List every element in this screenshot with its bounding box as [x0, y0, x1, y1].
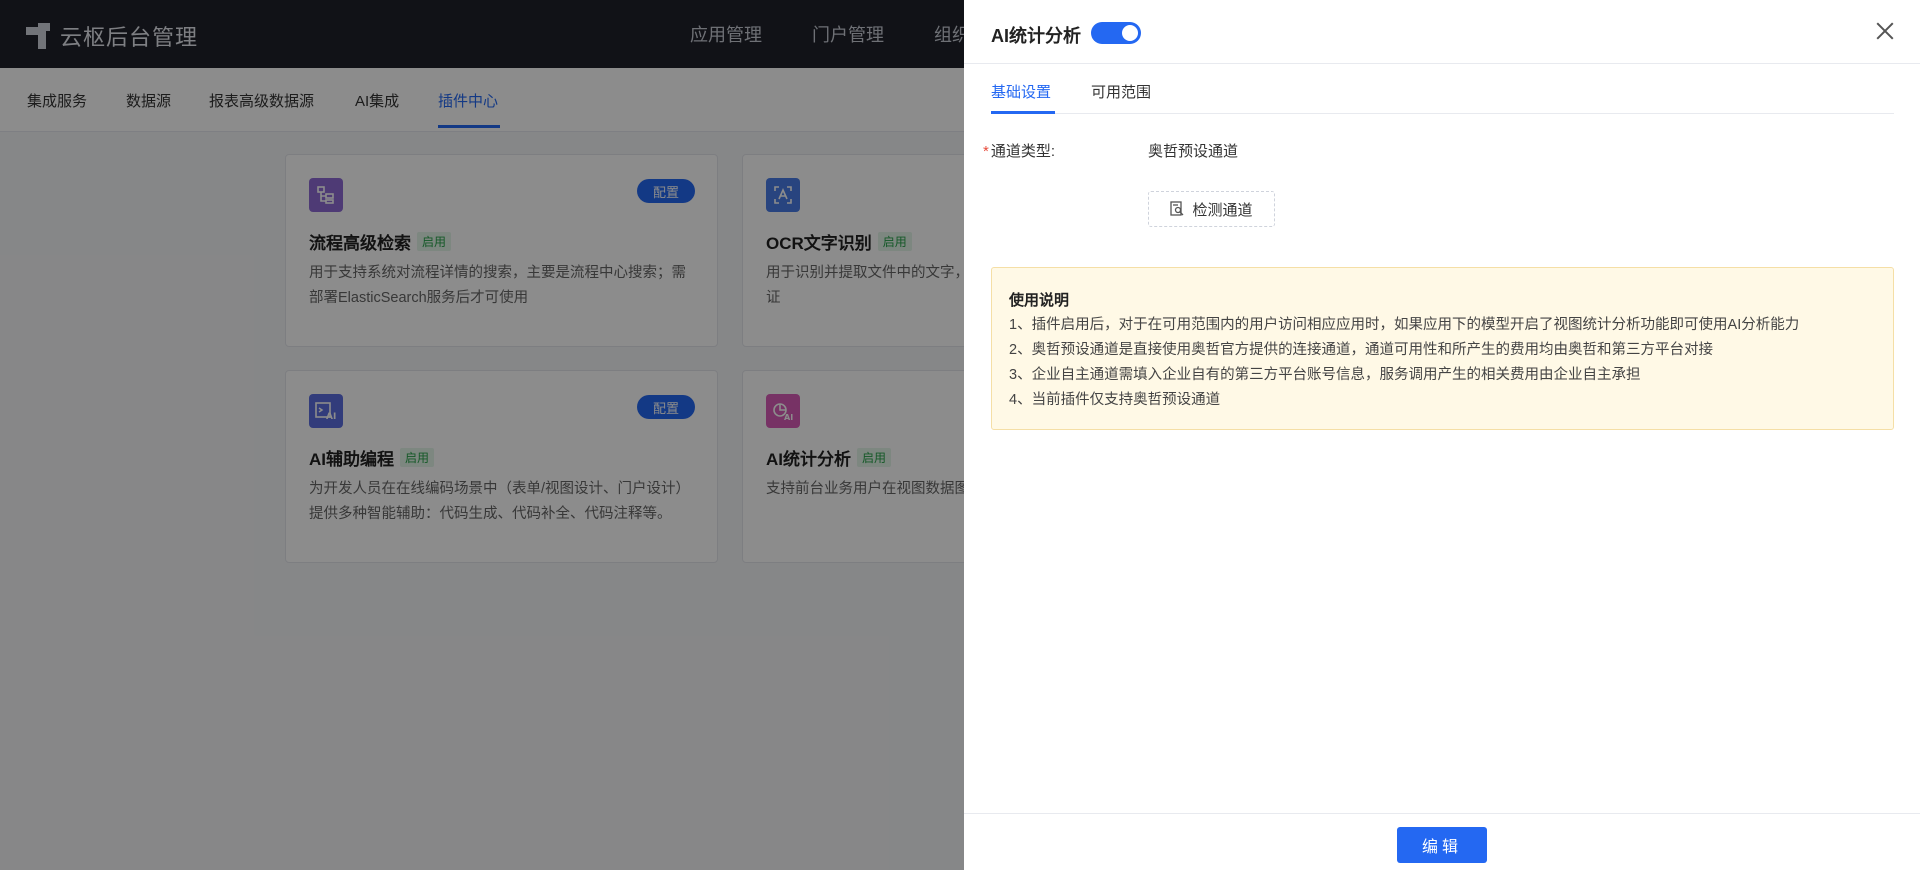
check-doc-icon	[1170, 201, 1184, 217]
check-channel-button[interactable]: 检测通道	[1148, 191, 1275, 227]
drawer-title: AI统计分析	[991, 26, 1081, 46]
usage-notice: 使用说明 1、插件启用后，对于在可用范围内的用户访问相应应用时，如果应用下的模型…	[991, 267, 1894, 430]
drawer-tabs: 基础设置 可用范围	[991, 64, 1894, 114]
notice-line: 1、插件启用后，对于在可用范围内的用户访问相应应用时，如果应用下的模型开启了视图…	[1009, 317, 1800, 333]
check-channel-label: 检测通道	[1192, 201, 1253, 219]
close-icon[interactable]	[1872, 18, 1898, 44]
notice-line: 4、当前插件仅支持奥哲预设通道	[1009, 392, 1221, 408]
required-mark: *	[983, 143, 989, 160]
tab-basic-settings[interactable]: 基础设置	[991, 81, 1051, 102]
tab-active-indicator	[991, 111, 1055, 114]
channel-type-label: * 通道类型:	[983, 143, 1056, 160]
modal-overlay[interactable]	[0, 0, 964, 870]
notice-line: 3、企业自主通道需填入企业自有的第三方平台账号信息，服务调用产生的相关费用由企业…	[1009, 367, 1641, 383]
enable-toggle[interactable]	[1091, 22, 1141, 44]
plugin-settings-drawer: AI统计分析 基础设置 可用范围 * 通道类型: 奥哲预设通道 检测通道 使用说明…	[964, 0, 1920, 870]
channel-type-value: 奥哲预设通道	[1148, 143, 1239, 160]
edit-button[interactable]: 编辑	[1397, 827, 1487, 863]
drawer-header: AI统计分析	[964, 0, 1920, 64]
notice-title: 使用说明	[1009, 292, 1070, 309]
tab-available-scope[interactable]: 可用范围	[1091, 81, 1151, 102]
toggle-knob	[1122, 25, 1138, 41]
notice-line: 2、奥哲预设通道是直接使用奥哲官方提供的连接通道，通道可用性和所产生的费用均由奥…	[1009, 342, 1714, 358]
drawer-footer: 编辑	[964, 813, 1920, 870]
